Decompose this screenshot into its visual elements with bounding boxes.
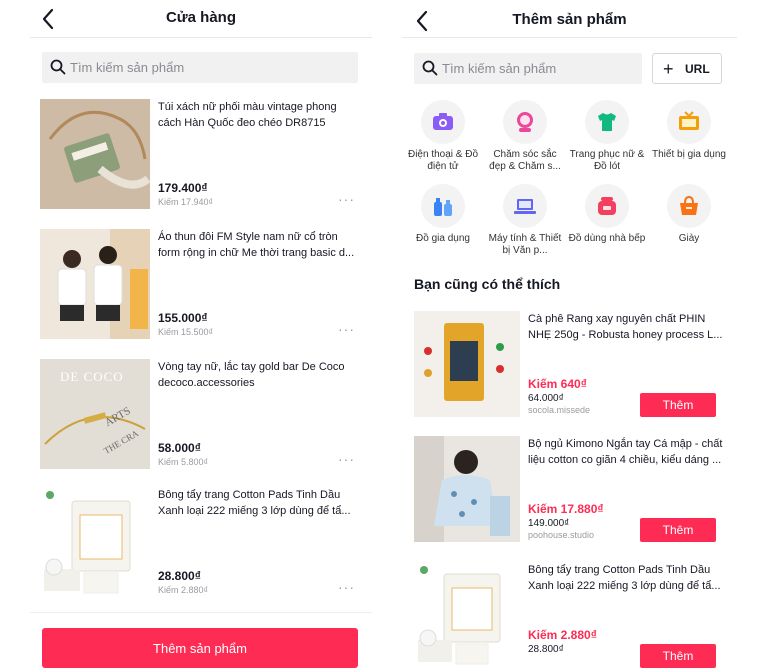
cooker-icon <box>598 197 616 215</box>
shop-name: poohouse.studio <box>528 530 595 540</box>
category-kitchen[interactable]: Đồ dùng nhà bếp <box>566 184 648 245</box>
more-options-icon[interactable]: ··· <box>338 579 355 595</box>
category-electronics[interactable]: Điện thoại & Đồ điện tử <box>402 100 484 173</box>
add-product-header: Thêm sản phẩm <box>402 0 737 38</box>
more-options-icon[interactable]: ··· <box>338 321 355 337</box>
category-appliances[interactable]: Thiết bị gia dụng <box>648 100 730 161</box>
search-placeholder: Tìm kiếm sản phẩm <box>70 60 185 75</box>
product-price: 28.800₫ <box>528 644 564 655</box>
category-label: Đồ gia dụng <box>416 233 470 244</box>
product-price: 179.400₫ <box>158 181 208 195</box>
product-name: Áo thun đôi FM Style nam nữ cổ tròn form… <box>158 231 355 259</box>
add-url-button[interactable]: + URL <box>652 53 722 84</box>
bag-icon <box>680 195 698 215</box>
bottles-icon <box>434 198 452 216</box>
recommended-item[interactable]: Cà phê Rang xay nguyên chất PHIN NHẸ 250… <box>414 311 730 419</box>
category-label: Giày <box>678 233 700 244</box>
recommended-item[interactable]: Bông tẩy trang Cotton Pads Tinh Dầu Xanh… <box>414 562 730 670</box>
search-input[interactable]: Tìm kiếm sản phẩm <box>414 53 642 84</box>
shirt-icon <box>598 113 616 131</box>
category-label: Thiết bị gia dụng <box>652 149 726 160</box>
search-icon <box>50 59 66 75</box>
tv-icon <box>679 111 699 130</box>
url-button-label: URL <box>685 62 710 76</box>
shop-name: socola.missede <box>528 405 591 415</box>
more-options-icon[interactable]: ··· <box>338 451 355 467</box>
search-input[interactable]: Tìm kiếm sản phẩm <box>42 52 358 83</box>
camera-icon <box>433 113 453 130</box>
category-label: Đồ dùng nhà bếp <box>568 233 646 244</box>
product-image-cotton-pads <box>40 487 150 597</box>
product-price: 64.000₫ <box>528 393 564 404</box>
product-item[interactable]: Áo thun đôi FM Style nam nữ cổ tròn form… <box>40 229 358 341</box>
product-item[interactable]: DE COCO ARTS THE CRA Vòng tay nữ, lắc ta… <box>40 359 358 471</box>
more-options-icon[interactable]: ··· <box>338 191 355 207</box>
product-commission: Kiếm 17.880₫ <box>528 502 604 516</box>
product-item[interactable]: Bông tẩy trang Cotton Pads Tinh Dầu Xanh… <box>40 487 358 599</box>
category-label: Máy tính & Thiết bị Văn p... <box>488 233 562 256</box>
product-price: 155.000₫ <box>158 311 208 325</box>
product-name: Bông tẩy trang Cotton Pads Tinh Dầu Xanh… <box>158 489 351 517</box>
thumb-brand-text: DE COCO <box>60 369 124 384</box>
product-price: 28.800₫ <box>158 569 201 583</box>
product-image-cotton-pads <box>414 562 520 668</box>
product-name: Bông tẩy trang Cotton Pads Tinh Dầu Xanh… <box>528 564 721 592</box>
category-womenswear[interactable]: Trang phục nữ & Đồ lót <box>566 100 648 173</box>
product-image-coffee <box>414 311 520 417</box>
add-product-button[interactable]: Thêm sản phẩm <box>42 628 358 668</box>
laptop-icon <box>514 199 536 214</box>
store-screen: Cửa hàng Tìm kiếm sản phẩm Túi xách nữ p… <box>30 0 372 672</box>
product-price: 149.000₫ <box>528 518 570 529</box>
section-title: Bạn cũng có thể thích <box>414 276 561 292</box>
product-name: Vòng tay nữ, lắc tay gold bar De Coco de… <box>158 361 345 389</box>
add-product-screen: Thêm sản phẩm Tìm kiếm sản phẩm + URL Đi… <box>402 0 737 672</box>
product-item[interactable]: Túi xách nữ phối màu vintage phong cách … <box>40 99 358 211</box>
product-commission: Kiếm 2.880₫ <box>158 585 209 595</box>
add-button[interactable]: Thêm <box>640 393 716 417</box>
product-commission: Kiếm 2.880₫ <box>528 628 597 642</box>
product-commission: Kiếm 15.500₫ <box>158 327 214 337</box>
category-household[interactable]: Đồ gia dụng <box>402 184 484 245</box>
product-image-bracelet: DE COCO ARTS THE CRA <box>40 359 150 469</box>
recommended-item[interactable]: Bộ ngủ Kimono Ngắn tay Cá mập - chất liệ… <box>414 436 730 544</box>
product-image-pajamas <box>414 436 520 542</box>
category-beauty[interactable]: Chăm sóc sắc đẹp & Chăm s... <box>484 100 566 173</box>
product-commission: Kiếm 17.940₫ <box>158 197 214 207</box>
plus-icon: + <box>663 59 674 79</box>
category-computers[interactable]: Máy tính & Thiết bị Văn p... <box>484 184 566 257</box>
search-placeholder: Tìm kiếm sản phẩm <box>442 61 557 76</box>
product-price: 58.000₫ <box>158 441 201 455</box>
product-name: Túi xách nữ phối màu vintage phong cách … <box>158 101 337 129</box>
product-name: Cà phê Rang xay nguyên chất PHIN NHẸ 250… <box>528 313 723 341</box>
add-button[interactable]: Thêm <box>640 644 716 668</box>
category-label: Điện thoại & Đồ điện tử <box>407 149 479 172</box>
mirror-icon <box>517 112 533 132</box>
store-header: Cửa hàng <box>30 0 372 38</box>
product-image-tshirt <box>40 229 150 339</box>
category-shoes[interactable]: Giày <box>648 184 730 245</box>
product-commission: Kiếm 5.800₫ <box>158 457 209 467</box>
product-commission: Kiếm 640₫ <box>528 377 587 391</box>
divider <box>30 612 372 613</box>
product-name: Bộ ngủ Kimono Ngắn tay Cá mập - chất liệ… <box>528 438 723 466</box>
category-label: Trang phục nữ & Đồ lót <box>569 149 645 172</box>
search-icon <box>422 60 438 76</box>
page-title: Cửa hàng <box>165 9 237 26</box>
category-label: Chăm sóc sắc đẹp & Chăm s... <box>489 149 561 172</box>
product-image-bag <box>40 99 150 209</box>
add-button[interactable]: Thêm <box>640 518 716 542</box>
page-title: Thêm sản phẩm <box>512 11 627 28</box>
